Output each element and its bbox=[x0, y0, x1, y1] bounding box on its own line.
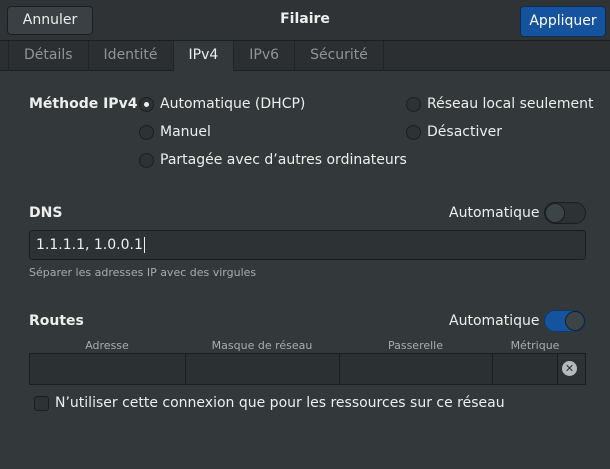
tab-ipv4[interactable]: IPv4 bbox=[172, 41, 235, 71]
radio-button[interactable] bbox=[406, 96, 421, 112]
dialog-title: Filaire bbox=[280, 11, 330, 27]
dns-label: DNS bbox=[29, 205, 63, 221]
column-header-gateway: Passerelle bbox=[387, 339, 444, 352]
dns-hint: Séparer les adresses IP avec des virgule… bbox=[29, 266, 257, 279]
ipv4-method-label: Méthode IPv4 bbox=[29, 96, 138, 112]
routes-auto-label: Automatique bbox=[449, 313, 540, 329]
radio-automatic-dhcp[interactable]: Automatique (DHCP) bbox=[139, 96, 305, 112]
radio-label: Désactiver bbox=[427, 124, 502, 140]
route-metric-input[interactable] bbox=[493, 354, 558, 384]
header-bar: Annuler Filaire Appliquer bbox=[0, 0, 610, 41]
column-header-address: Adresse bbox=[85, 339, 129, 352]
only-resources-checkbox[interactable] bbox=[34, 395, 49, 411]
radio-label: Manuel bbox=[160, 124, 211, 140]
radio-link-local[interactable]: Réseau local seulement bbox=[406, 96, 594, 112]
radio-manual[interactable]: Manuel bbox=[139, 124, 211, 140]
column-header-metric: Métrique bbox=[510, 339, 560, 352]
radio-label: Automatique (DHCP) bbox=[160, 96, 306, 112]
only-resources-checkbox-row[interactable]: N’utiliser cette connexion que pour les … bbox=[34, 395, 505, 411]
dns-servers-input[interactable]: 1.1.1.1, 1.0.0.1 bbox=[29, 230, 586, 260]
route-netmask-input[interactable] bbox=[186, 354, 340, 384]
dns-servers-value: 1.1.1.1, 1.0.0.1 bbox=[36, 237, 143, 253]
text-cursor bbox=[143, 237, 145, 253]
radio-selected-dot bbox=[144, 101, 149, 107]
route-gateway-input[interactable] bbox=[340, 354, 493, 384]
dns-auto-label: Automatique bbox=[449, 205, 540, 221]
radio-button[interactable] bbox=[139, 124, 154, 140]
radio-label: Partagée avec d’autres ordinateurs bbox=[160, 152, 407, 168]
radio-button[interactable] bbox=[139, 96, 154, 112]
switch-knob bbox=[565, 311, 585, 331]
routes-label: Routes bbox=[29, 313, 84, 329]
route-row bbox=[29, 353, 586, 385]
radio-label: Réseau local seulement bbox=[427, 96, 594, 112]
radio-button[interactable] bbox=[406, 124, 421, 140]
clear-icon[interactable]: ✕ bbox=[562, 361, 577, 376]
radio-shared[interactable]: Partagée avec d’autres ordinateurs bbox=[139, 152, 407, 168]
route-address-input[interactable] bbox=[30, 354, 186, 384]
routes-auto-switch[interactable] bbox=[544, 310, 586, 332]
switch-knob bbox=[545, 203, 565, 223]
radio-button[interactable] bbox=[139, 152, 154, 168]
tab-bar: Détails Identité IPv4 IPv6 Sécurité bbox=[0, 41, 610, 71]
radio-disable[interactable]: Désactiver bbox=[406, 124, 502, 140]
tab-ipv6[interactable]: IPv6 bbox=[233, 41, 296, 71]
tab-details[interactable]: Détails bbox=[8, 41, 89, 71]
tab-identity[interactable]: Identité bbox=[87, 41, 174, 71]
apply-button[interactable]: Appliquer bbox=[520, 6, 606, 37]
tab-security[interactable]: Sécurité bbox=[294, 41, 384, 71]
dns-auto-switch[interactable] bbox=[544, 202, 586, 224]
only-resources-label: N’utiliser cette connexion que pour les … bbox=[55, 395, 505, 411]
column-header-netmask: Masque de réseau bbox=[211, 339, 313, 352]
